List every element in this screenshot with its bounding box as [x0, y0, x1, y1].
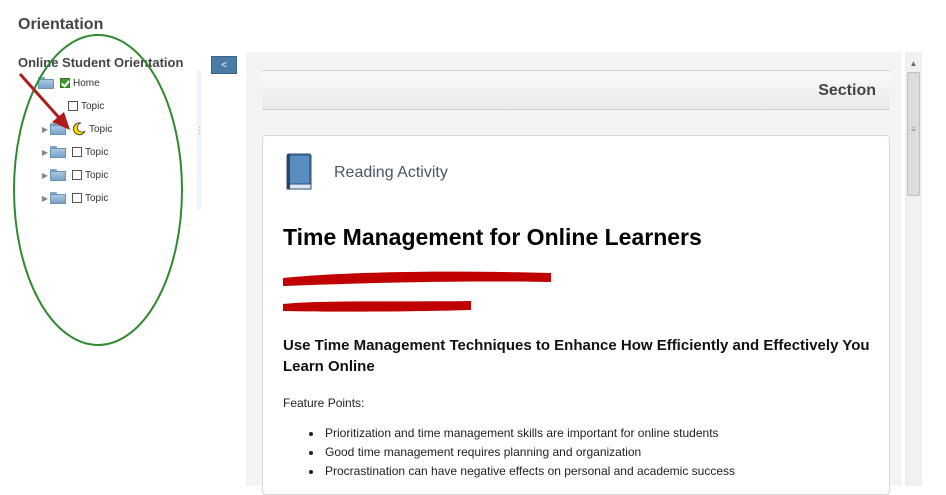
collapse-sidebar-button[interactable]: < [211, 56, 237, 74]
expand-arrow-icon[interactable]: ▶ [40, 143, 50, 161]
checkbox-icon [72, 147, 82, 157]
sidebar-title[interactable]: Online Student Orientation [18, 55, 183, 70]
scroll-grip-icon: ≡ [911, 125, 916, 134]
section-label: Section [818, 82, 876, 99]
document-title: Time Management for Online Learners [283, 224, 702, 250]
crescent-moon-icon [73, 122, 86, 136]
tree-item-topic[interactable]: ▶ Topic [40, 189, 108, 207]
green-check-icon [60, 78, 70, 88]
checkbox-icon [68, 101, 78, 111]
tree-item-label: Topic [89, 123, 113, 135]
list-item: Good time management requires planning a… [323, 443, 735, 462]
section-subheading: Use Time Management Techniques to Enhanc… [283, 337, 870, 375]
tree-item-label: Topic [85, 192, 109, 204]
checkbox-icon [72, 193, 82, 203]
folder-icon [50, 169, 66, 181]
folder-icon [50, 192, 66, 204]
tree-item-topic[interactable]: Topic [68, 97, 104, 115]
feature-list: Prioritization and time management skill… [299, 424, 735, 481]
redaction-marks [283, 271, 551, 312]
resize-grip-icon[interactable]: · · · [198, 124, 201, 138]
list-item: Procrastination can have negative effect… [323, 462, 735, 481]
expander [28, 74, 38, 92]
tree-item-label: Topic [85, 146, 109, 158]
tree-item-home[interactable]: Home [28, 74, 100, 92]
folder-icon [50, 123, 66, 135]
sidebar-resize-track[interactable] [197, 70, 201, 210]
scroll-up-arrow-icon[interactable]: ▲ [905, 56, 922, 70]
list-item: Prioritization and time management skill… [323, 424, 735, 443]
checkbox-icon [72, 170, 82, 180]
expand-arrow-icon[interactable]: ▶ [40, 120, 50, 138]
folder-icon [38, 77, 54, 89]
feature-points-label: Feature Points: [283, 396, 365, 410]
book-icon [286, 153, 312, 190]
scrollbar-thumb[interactable] [907, 72, 920, 196]
tree-item-topic[interactable]: ▶ Topic [40, 166, 108, 184]
content-card: Reading Activity Time Management for Onl… [262, 135, 890, 495]
folder-icon [50, 146, 66, 158]
expand-arrow-icon[interactable]: ▶ [40, 166, 50, 184]
tree-item-topic[interactable]: ▶ Topic [40, 120, 112, 138]
tree-item-label: Topic [81, 100, 105, 112]
tree-item-topic[interactable]: ▶ Topic [40, 143, 108, 161]
tree-item-label: Topic [85, 169, 109, 181]
page-title: Orientation [18, 16, 104, 33]
expand-arrow-icon[interactable]: ▶ [40, 189, 50, 207]
activity-label: Reading Activity [334, 164, 448, 181]
section-header: Section [262, 70, 890, 110]
tree-item-label: Home [73, 77, 100, 89]
